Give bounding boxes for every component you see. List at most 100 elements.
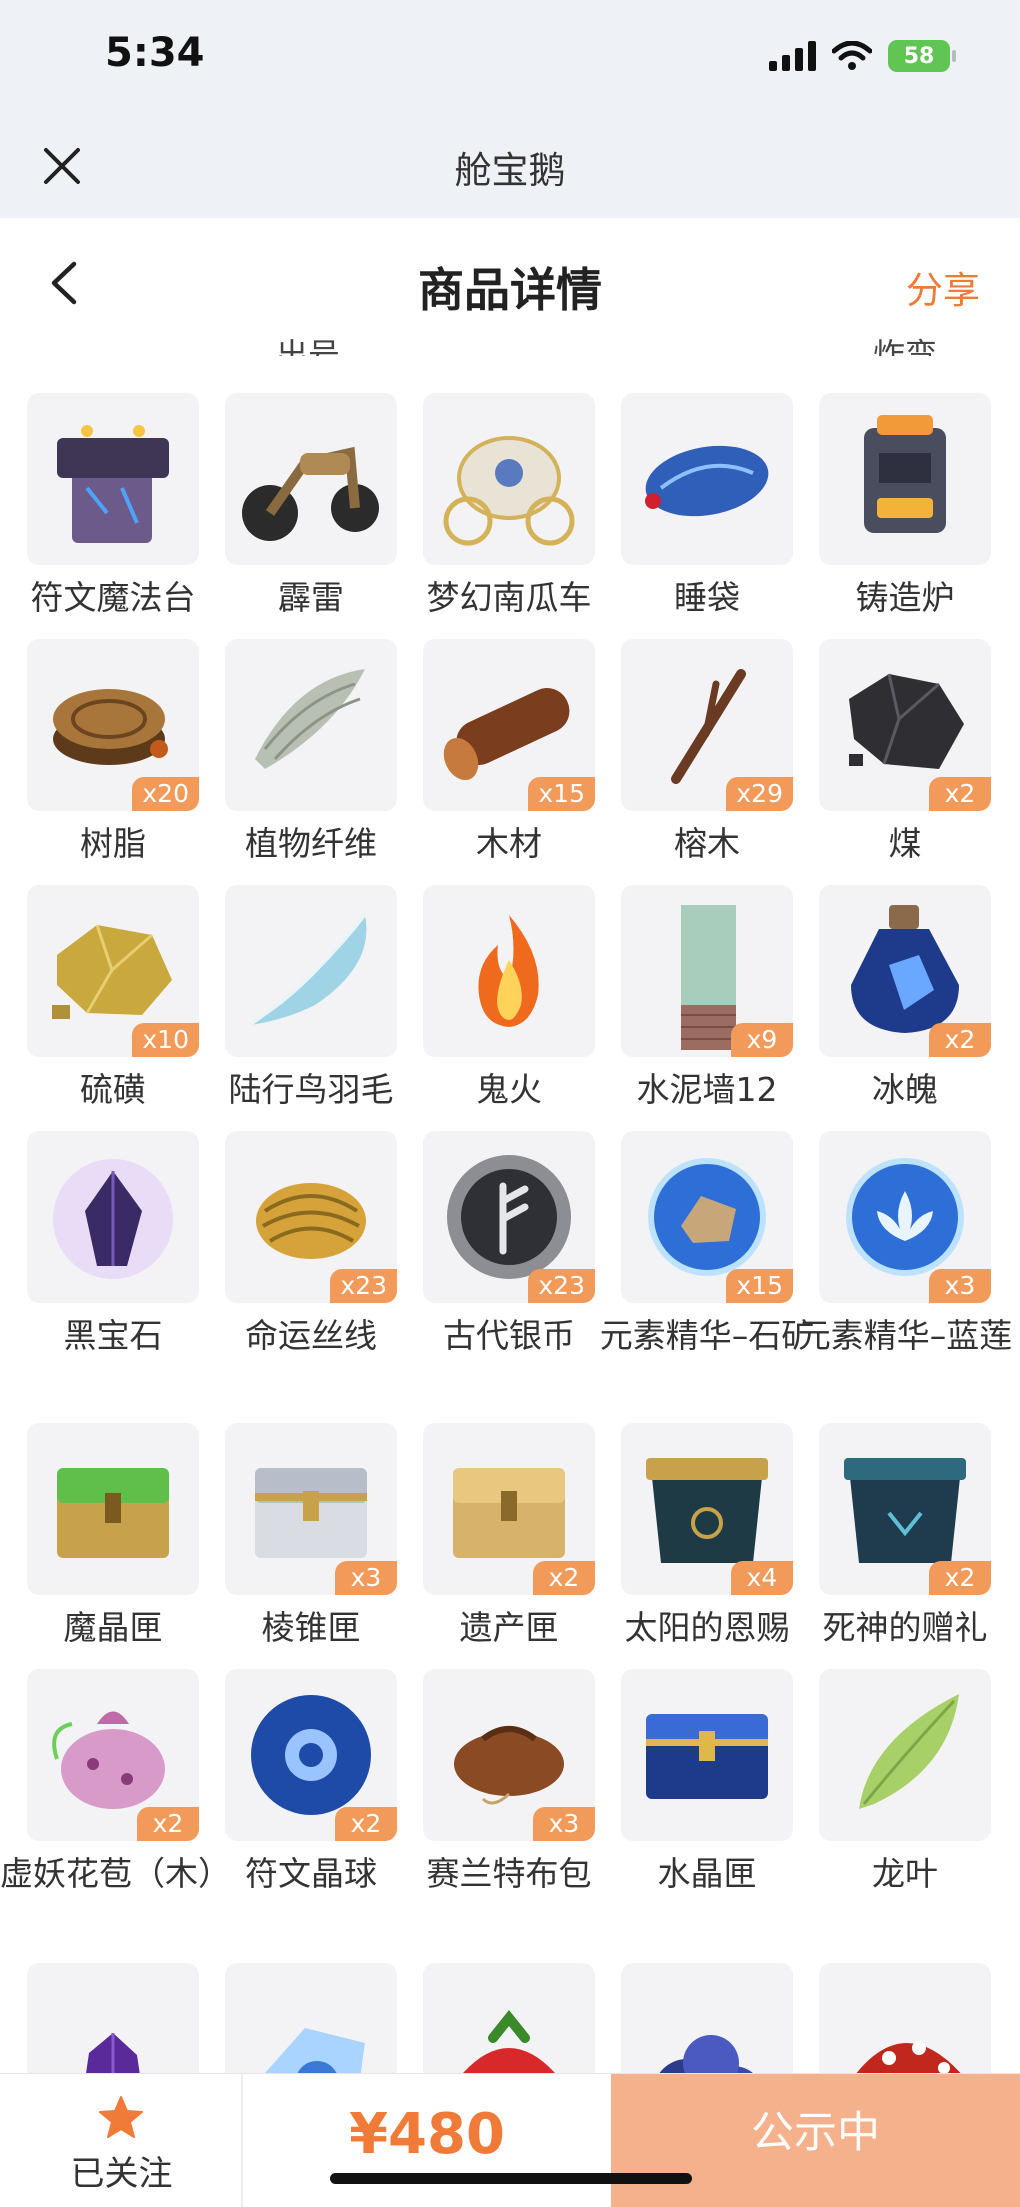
item-label: 太阳的恩赐 (624, 1608, 790, 1647)
item-thumbnail (819, 1669, 991, 1841)
item-card[interactable]: x15 木材 (396, 639, 595, 869)
status-icons: 58 (769, 40, 956, 72)
item-card[interactable]: x2 死神的赠礼 (792, 1423, 991, 1653)
pumpkin-carriage-icon (443, 436, 575, 546)
item-thumbnail (225, 1963, 397, 2073)
item-label: 硫磺 (80, 1070, 146, 1109)
item-card[interactable]: 铸造炉 (792, 393, 991, 623)
item-card[interactable]: x3 赛兰特布包 (396, 1669, 595, 1899)
dragon-leaf-icon (859, 1694, 959, 1809)
item-card[interactable]: x2 遗产匣 (396, 1423, 595, 1653)
status-bar: 5:34 58 (0, 0, 1020, 120)
ice-rune-icon (265, 2028, 365, 2073)
quantity-badge: x15 (528, 777, 595, 811)
item-card[interactable]: x10 硫磺 (0, 885, 199, 1115)
item-card[interactable]: 植物纤维 (198, 639, 397, 869)
item-card[interactable]: 梦幻南瓜车 (396, 393, 595, 623)
item-thumbnail: x9 (621, 885, 793, 1057)
item-label: 龙叶 (872, 1854, 938, 1893)
item-thumbnail: x3 (819, 1131, 991, 1303)
follow-button[interactable]: 已关注 (0, 2074, 243, 2207)
cut-off-label: 炸弯 (873, 336, 938, 356)
item-grid: 符文魔法台 霹雷 梦幻南瓜车 睡袋 铸造炉 x20 树脂 植物纤维 x15 木材 x29 榕木 x2 煤 x… (0, 393, 1020, 2073)
item-thumbnail (225, 393, 397, 565)
status-time: 5:34 (105, 30, 205, 76)
item-card[interactable]: 符文魔法台 (0, 393, 199, 623)
publicity-status-button[interactable]: 公示中 (611, 2074, 1020, 2207)
quantity-badge: x2 (137, 1807, 199, 1841)
item-card[interactable]: 睡袋 (594, 393, 793, 623)
quantity-badge: x29 (726, 777, 793, 811)
item-card[interactable]: 霹雷 (198, 393, 397, 623)
item-card[interactable]: 鬼火 (396, 885, 595, 1115)
item-label: 棱锥匣 (261, 1608, 361, 1647)
item-card[interactable]: 陆行鸟羽毛 (198, 885, 397, 1115)
wifi-icon (832, 41, 872, 70)
item-card[interactable]: x23 命运丝线 (198, 1131, 397, 1361)
item-thumbnail: x2 (225, 1669, 397, 1841)
page-header: 商品详情 分享 (0, 218, 1020, 348)
item-card[interactable]: x20 树脂 (0, 639, 199, 869)
item-thumbnail: x2 (819, 885, 991, 1057)
item-card[interactable]: 魔晶匣 (0, 1423, 199, 1653)
item-thumbnail (225, 885, 397, 1057)
item-card[interactable] (792, 1963, 991, 2073)
motorcycle-icon (242, 446, 379, 541)
item-card[interactable]: x3 棱锥匣 (198, 1423, 397, 1653)
home-indicator (330, 2173, 692, 2184)
item-card[interactable]: x29 榕木 (594, 639, 793, 869)
item-thumbnail: x10 (27, 885, 199, 1057)
price: ¥480 (349, 2102, 505, 2167)
bottom-action-bar: 已关注 ¥480 公示中 (0, 2073, 1020, 2207)
quantity-badge: x15 (726, 1269, 793, 1303)
item-thumbnail (27, 1131, 199, 1303)
item-label: 木材 (476, 824, 542, 863)
item-label: 命运丝线 (245, 1316, 377, 1355)
item-card[interactable]: x3 元素精华–蓝莲 (792, 1131, 1012, 1361)
item-card[interactable] (594, 1963, 793, 2073)
item-thumbnail (423, 393, 595, 565)
item-card[interactable]: x2 虚妖花苞（木） (0, 1669, 231, 1899)
item-label: 植物纤维 (245, 824, 377, 863)
item-label: 陆行鸟羽毛 (228, 1070, 394, 1109)
strawberry-icon (463, 2009, 555, 2073)
share-button[interactable]: 分享 (906, 260, 980, 314)
item-card[interactable]: 黑宝石 (0, 1131, 199, 1361)
item-card[interactable] (396, 1963, 595, 2073)
quantity-badge: x10 (132, 1023, 199, 1057)
page-title: 商品详情 (418, 263, 602, 317)
item-label: 梦幻南瓜车 (426, 578, 592, 617)
quantity-badge: x2 (335, 1807, 397, 1841)
item-label: 元素精华–蓝莲 (797, 1316, 1013, 1355)
item-label: 睡袋 (674, 578, 740, 617)
blueberry-icon (659, 2035, 753, 2073)
item-card[interactable]: 龙叶 (792, 1669, 991, 1899)
item-thumbnail (621, 393, 793, 565)
item-thumbnail (423, 885, 595, 1057)
item-card[interactable]: x15 元素精华–石矿 (594, 1131, 814, 1361)
item-card[interactable]: x2 冰魄 (792, 885, 991, 1115)
item-card[interactable] (0, 1963, 199, 2073)
item-card[interactable]: x9 水泥墙12 (594, 885, 793, 1115)
item-thumbnail (423, 1963, 595, 2073)
item-card[interactable]: 水晶匣 (594, 1669, 793, 1899)
item-thumbnail (27, 1423, 199, 1595)
item-card[interactable] (198, 1963, 397, 2073)
star-icon (99, 2096, 143, 2138)
item-thumbnail: x20 (27, 639, 199, 811)
quantity-badge: x2 (929, 1561, 991, 1595)
rune-altar-icon (57, 425, 169, 543)
item-card[interactable]: x23 古代银币 (396, 1131, 595, 1361)
item-thumbnail: x15 (423, 639, 595, 811)
quantity-badge: x2 (533, 1561, 595, 1595)
item-thumbnail (621, 1963, 793, 2073)
quantity-badge: x2 (929, 777, 991, 811)
item-card[interactable]: x2 符文晶球 (198, 1669, 397, 1899)
item-card[interactable]: x4 太阳的恩赐 (594, 1423, 793, 1653)
black-gem-icon (53, 1159, 173, 1279)
sleeping-bag-icon (645, 445, 769, 517)
item-card[interactable]: x2 煤 (792, 639, 991, 869)
item-thumbnail: x23 (423, 1131, 595, 1303)
item-thumbnail: x2 (423, 1423, 595, 1595)
cellular-signal-icon (769, 41, 816, 71)
